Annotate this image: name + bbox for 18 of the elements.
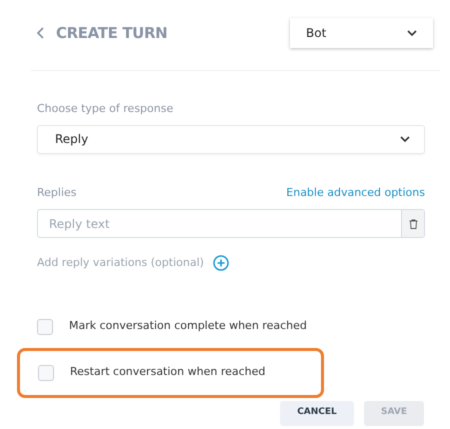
field-label: Replies: [37, 184, 77, 200]
advanced-options-link[interactable]: Enable advanced options: [286, 184, 425, 201]
speaker-select[interactable]: Bot: [290, 18, 433, 48]
delete-button[interactable]: [401, 210, 424, 237]
cancel-button[interactable]: CANCEL: [280, 400, 354, 426]
checkbox-label: Restart conversation when reached: [70, 364, 266, 380]
page-title: CREATE TURN: [56, 22, 168, 44]
add-variations-label: Add reply variations (optional): [37, 255, 204, 271]
checkbox-label: Mark conversation complete when reached: [69, 318, 307, 334]
checkbox[interactable]: [37, 318, 53, 334]
chevron-down-icon: [400, 136, 410, 142]
response-type-select[interactable]: Reply: [37, 124, 425, 154]
field-label: Choose type of response: [37, 101, 174, 117]
chevron-down-icon: [407, 30, 417, 36]
checkbox[interactable]: [38, 364, 54, 380]
add-icon[interactable]: [212, 255, 229, 272]
back-icon[interactable]: [37, 27, 44, 39]
trash-icon: [408, 218, 418, 228]
